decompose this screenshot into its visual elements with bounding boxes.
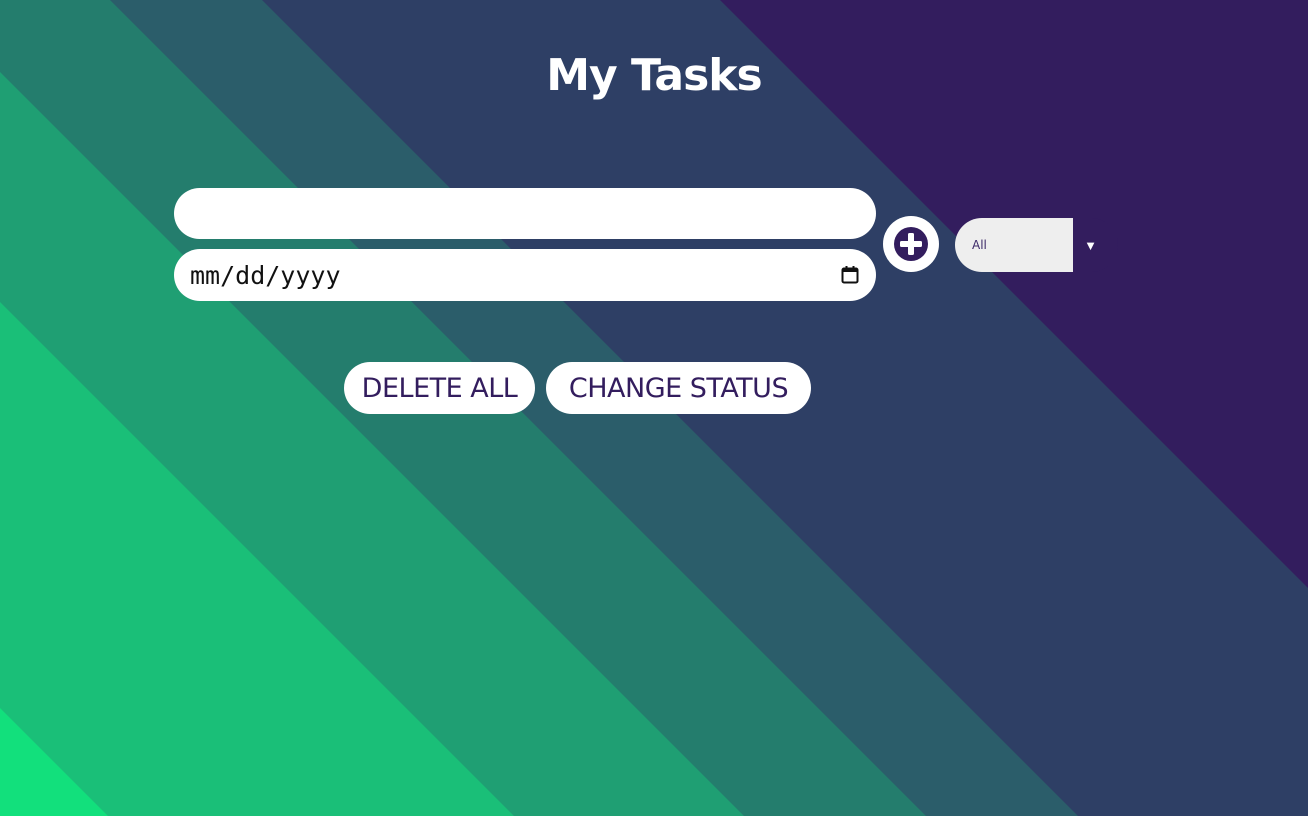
add-task-button[interactable] <box>883 216 939 272</box>
date-input-placeholder: mm/dd/yyyy <box>190 260 341 290</box>
calendar-icon[interactable] <box>838 263 862 287</box>
status-filter-select[interactable]: All ▼ <box>955 218 1118 272</box>
page-title: My Tasks <box>546 50 762 101</box>
date-input[interactable]: mm/dd/yyyy <box>174 249 876 301</box>
change-status-button[interactable]: CHANGE STATUS <box>546 362 811 414</box>
task-input[interactable] <box>174 188 876 239</box>
chevron-down-icon[interactable]: ▼ <box>1073 218 1118 272</box>
delete-all-button[interactable]: DELETE ALL <box>344 362 535 414</box>
plus-circle-icon <box>894 227 928 261</box>
status-filter-value: All <box>955 218 1073 272</box>
